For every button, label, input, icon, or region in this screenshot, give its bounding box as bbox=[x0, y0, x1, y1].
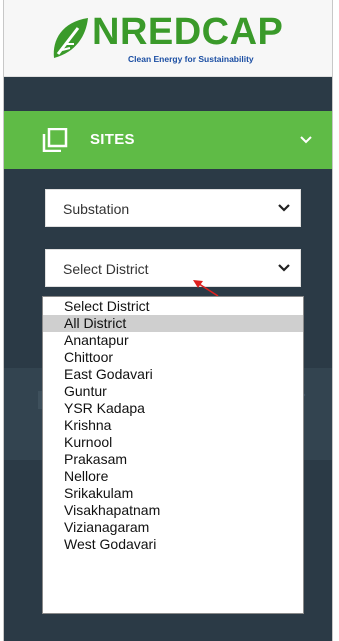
dropdown-option[interactable]: East Godavari bbox=[43, 366, 303, 383]
dropdown-option[interactable]: Kurnool bbox=[43, 434, 303, 451]
dropdown-option[interactable]: YSR Kadapa bbox=[43, 400, 303, 417]
dropdown-option[interactable]: Anantapur bbox=[43, 332, 303, 349]
leaf-logo-icon bbox=[53, 18, 88, 58]
chevron-down-icon bbox=[278, 204, 290, 212]
dropdown-option[interactable]: Prakasam bbox=[43, 451, 303, 468]
sidebar-item-label: SITES bbox=[90, 131, 135, 148]
dropdown-option[interactable]: Select District bbox=[43, 298, 303, 315]
dropdown-option[interactable]: Chittoor bbox=[43, 349, 303, 366]
site-type-value: Substation bbox=[63, 201, 130, 217]
sidebar-item-sites[interactable]: SITES bbox=[4, 111, 332, 169]
dropdown-option[interactable]: West Godavari bbox=[43, 536, 303, 553]
district-select[interactable]: Select District bbox=[45, 249, 301, 287]
site-type-select[interactable]: Substation bbox=[45, 189, 301, 227]
pages-icon bbox=[42, 128, 68, 152]
dropdown-option[interactable]: Krishna bbox=[43, 417, 303, 434]
sidebar-panel: NREDCAP Clean Energy for Sustainability … bbox=[3, 0, 333, 641]
dropdown-option[interactable]: Guntur bbox=[43, 383, 303, 400]
district-dropdown-list[interactable]: Select District All District Anantapur C… bbox=[42, 296, 304, 614]
logo-name: NREDCAP bbox=[92, 11, 284, 53]
dropdown-option[interactable]: Nellore bbox=[43, 468, 303, 485]
red-arrow-annotation bbox=[193, 280, 219, 297]
dropdown-option[interactable]: Visakhapatnam bbox=[43, 502, 303, 519]
dropdown-option[interactable]: Srikakulam bbox=[43, 485, 303, 502]
dropdown-option[interactable]: Vizianagaram bbox=[43, 519, 303, 536]
logo-area: NREDCAP Clean Energy for Sustainability bbox=[4, 0, 332, 77]
district-select-value: Select District bbox=[63, 261, 149, 277]
dropdown-option-highlighted[interactable]: All District bbox=[43, 315, 303, 332]
logo-tagline: Clean Energy for Sustainability bbox=[128, 54, 254, 64]
chevron-down-icon[interactable] bbox=[300, 135, 312, 145]
chevron-down-icon bbox=[278, 264, 290, 272]
